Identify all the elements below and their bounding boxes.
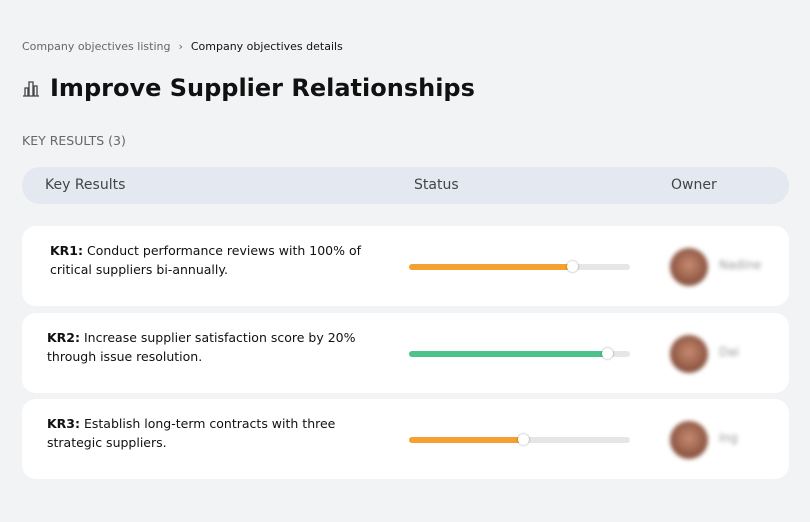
- kr-description: KR3: Establish long-term contracts with …: [47, 414, 377, 452]
- kr-text: Conduct performance reviews with 100% of…: [50, 243, 362, 277]
- progress-fill: [409, 348, 613, 359]
- building-chart-icon: [23, 81, 39, 97]
- table-row[interactable]: KR1: Conduct performance reviews with 10…: [22, 226, 789, 306]
- kr-description: KR1: Conduct performance reviews with 10…: [50, 241, 380, 279]
- table-row[interactable]: KR3: Establish long-term contracts with …: [22, 399, 789, 479]
- table-row[interactable]: KR2: Increase supplier satisfaction scor…: [22, 313, 789, 393]
- breadcrumb-parent-link[interactable]: Company objectives listing: [22, 40, 170, 53]
- header-owner: Owner: [671, 177, 717, 193]
- kr-code: KR3:: [47, 416, 81, 431]
- breadcrumb: Company objectives listing › Company obj…: [22, 40, 343, 53]
- avatar: [670, 421, 708, 459]
- page-title-text: Improve Supplier Relationships: [50, 74, 475, 102]
- kr-text: Increase supplier satisfaction score by …: [47, 330, 356, 364]
- progress-bar: [409, 348, 630, 359]
- progress-bar: [409, 434, 630, 445]
- progress-fill: [409, 261, 578, 272]
- kr-code: KR2:: [47, 330, 81, 345]
- breadcrumb-current: Company objectives details: [190, 40, 343, 53]
- table-header: Key Results Status Owner: [22, 167, 789, 204]
- owner-name: Dai: [719, 345, 739, 359]
- owner-name: Ing: [719, 431, 738, 445]
- kr-code: KR1:: [50, 243, 84, 258]
- owner-name: Nadine: [719, 258, 762, 272]
- avatar: [670, 335, 708, 373]
- kr-text: Establish long-term contracts with three…: [47, 416, 336, 450]
- key-results-count: KEY RESULTS (3): [22, 133, 126, 148]
- progress-bar: [409, 261, 630, 272]
- progress-knob: [517, 434, 529, 445]
- progress-fill: [409, 434, 529, 445]
- progress-knob: [601, 348, 613, 359]
- kr-description: KR2: Increase supplier satisfaction scor…: [47, 328, 377, 366]
- avatar: [670, 248, 708, 286]
- header-key-results: Key Results: [45, 177, 126, 193]
- header-status: Status: [414, 177, 459, 193]
- page-title: Improve Supplier Relationships: [22, 74, 475, 102]
- progress-knob: [566, 261, 578, 272]
- chevron-right-icon: ›: [178, 40, 183, 53]
